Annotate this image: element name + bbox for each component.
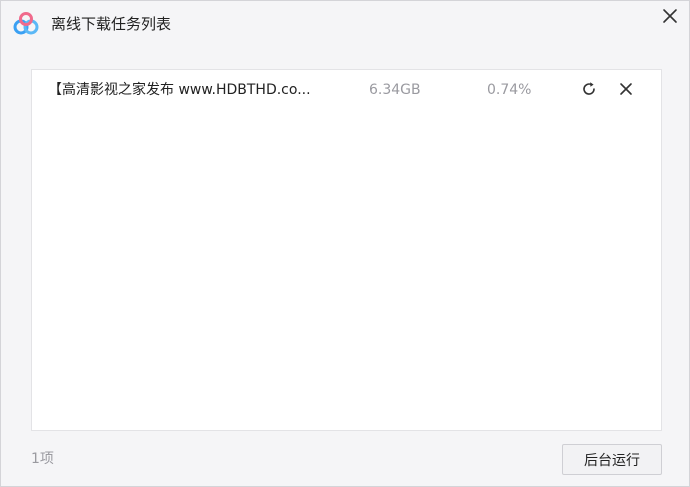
baidu-netdisk-logo-icon: [13, 12, 39, 36]
task-progress: 0.74%: [487, 82, 532, 98]
task-size: 6.34GB: [369, 82, 421, 98]
offline-download-dialog: 离线下载任务列表 【高清影视之家发布 www.HDBTHD.co... 6.34…: [0, 0, 690, 487]
task-list: 【高清影视之家发布 www.HDBTHD.co... 6.34GB 0.74%: [31, 69, 662, 431]
run-in-background-button[interactable]: 后台运行: [562, 444, 662, 475]
window-title: 离线下载任务列表: [51, 15, 172, 33]
delete-task-icon[interactable]: [617, 80, 635, 98]
close-icon[interactable]: [659, 5, 681, 27]
task-name: 【高清影视之家发布 www.HDBTHD.co...: [48, 82, 311, 98]
task-count: 1项: [31, 451, 54, 467]
refresh-icon[interactable]: [580, 80, 598, 98]
task-row[interactable]: 【高清影视之家发布 www.HDBTHD.co... 6.34GB 0.74%: [32, 70, 661, 110]
title-bar: 离线下载任务列表: [1, 1, 689, 47]
